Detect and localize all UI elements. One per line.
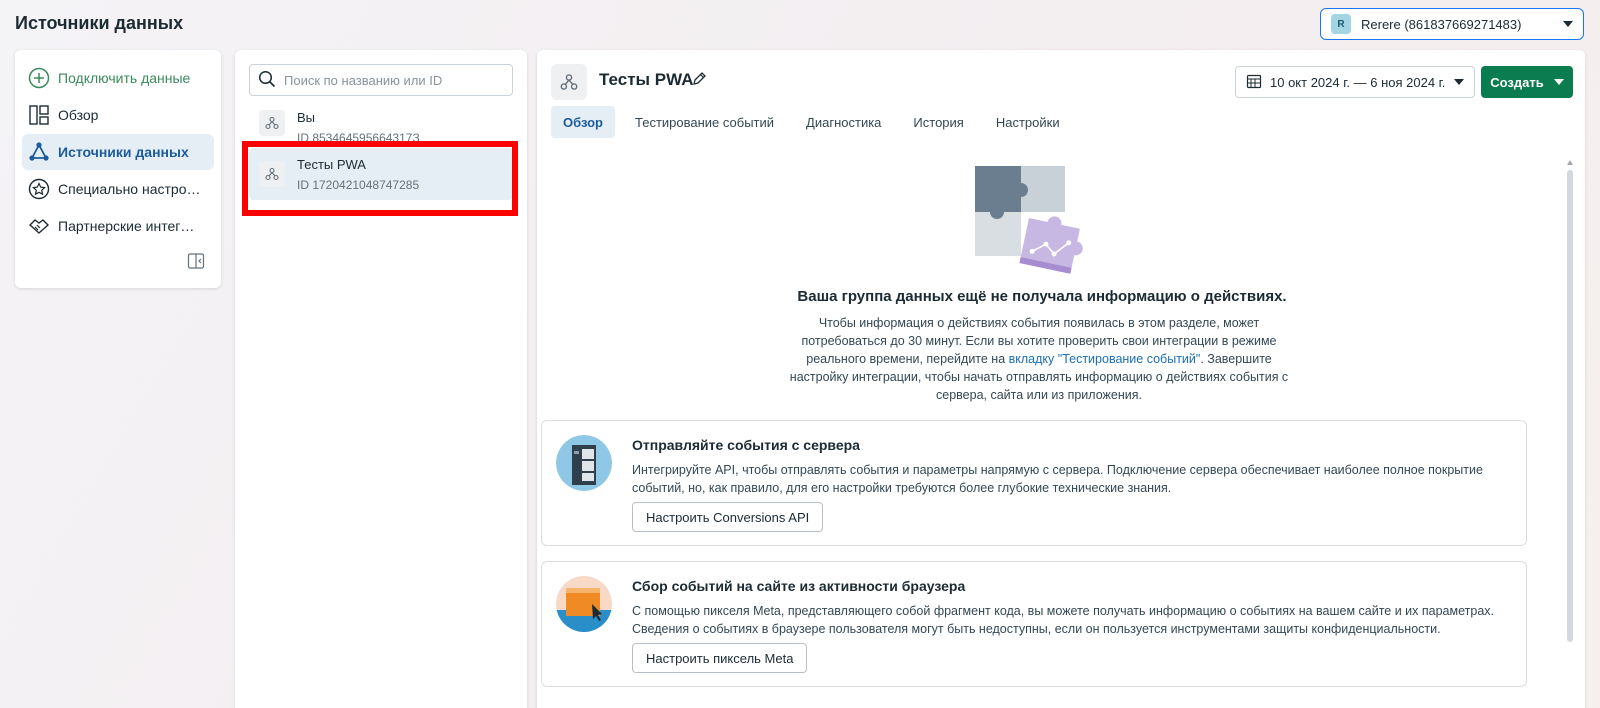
- setup-conversions-api-button[interactable]: Настроить Conversions API: [632, 502, 824, 532]
- data-source-icon: [259, 110, 285, 136]
- search-field[interactable]: [284, 72, 504, 88]
- scrollbar-thumb[interactable]: [1567, 170, 1573, 642]
- scrollbar[interactable]: [1567, 160, 1573, 708]
- sidebar-item-label: Обзор: [58, 107, 99, 123]
- source-info: Вы ID 853464595664317З: [297, 110, 420, 145]
- card-text: С помощью пикселя Meta, представляющего …: [632, 604, 1494, 636]
- handshake-icon: [28, 215, 50, 237]
- account-name: Rerere (861837669271483): [1361, 16, 1522, 32]
- card-text: Интегрируйте API, чтобы отправлять событ…: [632, 463, 1483, 495]
- tab-overview[interactable]: Обзор: [551, 106, 615, 138]
- card-title: Сбор событий на сайте из активности брау…: [632, 578, 966, 594]
- sidebar-item-partner-integrations[interactable]: Партнерские интег…: [22, 208, 214, 244]
- sidebar-item-custom-conversions[interactable]: Специально настро…: [22, 171, 214, 207]
- scroll-up-icon[interactable]: [1567, 160, 1573, 165]
- tab-test-events[interactable]: Тестирование событий: [623, 106, 786, 138]
- search-input[interactable]: [249, 64, 513, 96]
- main-panel: Тесты PWA 10 окт 2024 г. — 6 ноя 2024 г.…: [537, 50, 1585, 708]
- star-badge-icon: [28, 178, 50, 200]
- server-illustration: [556, 435, 612, 491]
- tab-bar: Обзор Тестирование событий Диагностика И…: [551, 106, 1080, 138]
- create-button[interactable]: Создать: [1481, 66, 1573, 98]
- chevron-down-icon: [1563, 21, 1573, 27]
- browser-events-card: Сбор событий на сайте из активности брау…: [541, 561, 1527, 687]
- tab-history[interactable]: История: [901, 106, 975, 138]
- sidebar-item-label: Подключить данные: [58, 70, 191, 86]
- data-source-title: Тесты PWA: [599, 70, 694, 89]
- empty-state-description: Чтобы информация о действиях события поя…: [789, 314, 1289, 404]
- sidebar-item-connect-data[interactable]: Подключить данные: [22, 60, 214, 96]
- chevron-down-icon: [1454, 79, 1464, 85]
- search-icon: [258, 70, 276, 91]
- date-range-picker[interactable]: 10 окт 2024 г. — 6 ноя 2024 г.: [1235, 66, 1475, 98]
- annotation-highlight: [242, 141, 518, 216]
- browser-illustration: [556, 576, 612, 632]
- tab-diagnostics[interactable]: Диагностика: [794, 106, 893, 138]
- data-source-icon: [551, 64, 587, 100]
- source-name: Вы: [297, 110, 316, 125]
- server-events-card: Отправляйте события с сервера Интегрируй…: [541, 420, 1527, 546]
- chevron-down-icon: [1553, 79, 1564, 85]
- layout-icon: [28, 104, 50, 126]
- card-title: Отправляйте события с сервера: [632, 437, 860, 453]
- tab-settings[interactable]: Настройки: [984, 106, 1072, 138]
- account-selector[interactable]: R Rerere (861837669271483): [1320, 8, 1584, 40]
- page-title: Источники данных: [15, 13, 184, 33]
- create-button-label: Создать: [1490, 74, 1544, 90]
- sidebar-item-data-sources[interactable]: Источники данных: [22, 134, 214, 170]
- network-icon: [28, 141, 50, 163]
- collapse-sidebar-icon[interactable]: [187, 252, 205, 270]
- pencil-icon[interactable]: [691, 71, 707, 87]
- empty-state-title: Ваша группа данных ещё не получала инфор…: [797, 288, 1287, 305]
- sidebar: Подключить данные Обзор Источники данных…: [15, 50, 221, 288]
- puzzle-illustration: [969, 160, 1099, 278]
- calendar-icon: [1246, 73, 1262, 92]
- setup-meta-pixel-button[interactable]: Настроить пиксель Meta: [632, 643, 808, 673]
- sidebar-item-label: Источники данных: [58, 144, 189, 160]
- date-range-text: 10 окт 2024 г. — 6 ноя 2024 г.: [1270, 74, 1446, 90]
- test-events-link[interactable]: вкладку "Тестирование событий": [1009, 352, 1201, 366]
- sidebar-item-overview[interactable]: Обзор: [22, 97, 214, 133]
- account-avatar: R: [1331, 14, 1351, 34]
- sidebar-item-label: Специально настро…: [58, 181, 201, 197]
- sidebar-item-label: Партнерские интег…: [58, 218, 195, 234]
- plus-circle-icon: [28, 67, 50, 89]
